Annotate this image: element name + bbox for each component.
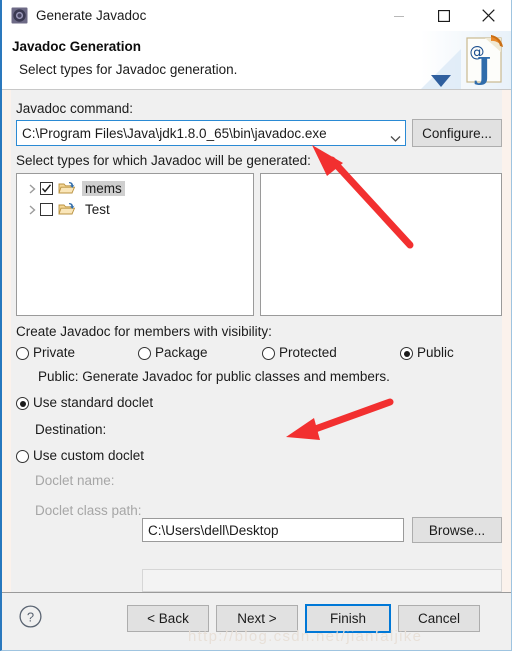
chevron-down-icon[interactable] (390, 130, 401, 142)
dialog-body: Javadoc command: C:\Program Files\Java\j… (2, 90, 511, 650)
folder-icon (58, 202, 76, 217)
members-list-panel[interactable] (260, 173, 502, 316)
javadoc-at-j-icon: @ J (421, 31, 511, 89)
tree-checkbox[interactable] (40, 203, 53, 216)
cancel-button[interactable]: Cancel (398, 605, 480, 632)
destination-input[interactable]: C:\Users\dell\Desktop (142, 518, 404, 542)
folder-icon (58, 181, 76, 196)
visibility-label: Create Javadoc for members with visibili… (16, 324, 272, 339)
types-tree-panel[interactable]: mems Test (16, 173, 254, 316)
tree-row[interactable]: mems (17, 178, 253, 199)
browse-button[interactable]: Browse... (412, 517, 502, 543)
window-title: Generate Javadoc (36, 8, 147, 23)
maximize-icon (437, 9, 450, 22)
title-bar: Generate Javadoc (2, 0, 511, 31)
tree-checkbox[interactable] (40, 182, 53, 195)
dialog-header: Javadoc Generation Select types for Java… (2, 31, 511, 90)
left-edge-tint (2, 90, 11, 650)
radio-custom-doclet[interactable] (16, 450, 29, 463)
radio-custom-doclet-label: Use custom doclet (33, 448, 145, 463)
maximize-button[interactable] (421, 0, 466, 31)
radio-standard-doclet[interactable] (16, 397, 29, 410)
destination-label: Destination: (35, 422, 107, 437)
generate-javadoc-dialog: Generate Javadoc Javadoc Generation Sele… (0, 0, 512, 651)
doclet-name-label: Doclet name: (35, 473, 115, 488)
javadoc-command-input[interactable]: C:\Program Files\Java\jdk1.8.0_65\bin\ja… (16, 120, 406, 146)
minimize-icon (393, 15, 404, 17)
javadoc-command-label: Javadoc command: (16, 101, 134, 116)
radio-public[interactable] (400, 347, 413, 360)
next-button[interactable]: Next > (216, 605, 298, 632)
minimize-button[interactable] (376, 0, 421, 31)
doclet-name-input (142, 569, 502, 592)
help-question-icon[interactable]: ? (19, 605, 42, 628)
svg-text:J: J (474, 52, 491, 87)
chevron-right-icon[interactable] (24, 204, 40, 215)
radio-protected-label: Protected (279, 345, 337, 360)
radio-package[interactable] (138, 347, 151, 360)
tree-item-label: Test (85, 202, 110, 217)
close-button[interactable] (466, 0, 511, 31)
select-types-label: Select types for which Javadoc will be g… (16, 153, 311, 168)
close-icon (482, 9, 495, 22)
tree-item-label: mems (82, 181, 125, 196)
doclet-class-path-label: Doclet class path: (35, 503, 142, 518)
radio-protected[interactable] (262, 347, 275, 360)
javadoc-app-icon (11, 7, 28, 24)
dialog-footer: ? < Back Next > Finish Cancel (2, 593, 511, 650)
right-edge-tint (502, 90, 511, 650)
configure-button[interactable]: Configure... (412, 119, 502, 147)
back-button[interactable]: < Back (127, 605, 209, 632)
svg-text:?: ? (27, 610, 34, 625)
finish-button[interactable]: Finish (305, 604, 391, 633)
radio-private-label: Private (33, 345, 76, 360)
radio-private[interactable] (16, 347, 29, 360)
radio-standard-doclet-label: Use standard doclet (33, 395, 154, 410)
radio-public-label: Public (417, 345, 454, 360)
radio-package-label: Package (155, 345, 208, 360)
chevron-right-icon[interactable] (24, 183, 40, 194)
page-subtitle: Select types for Javadoc generation. (19, 62, 238, 77)
tree-row[interactable]: Test (17, 199, 253, 220)
visibility-description: Public: Generate Javadoc for public clas… (38, 369, 390, 384)
page-title: Javadoc Generation (12, 39, 142, 54)
